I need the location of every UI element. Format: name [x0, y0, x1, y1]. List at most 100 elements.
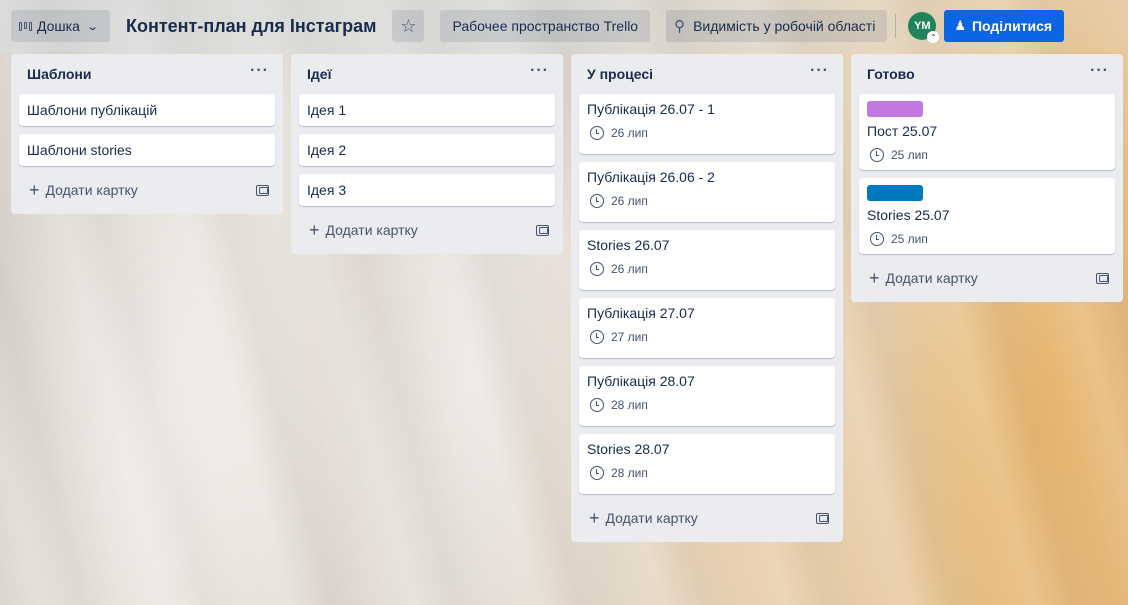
list: У процесі ··· Публікація 26.07 - 1 26 лип Пу… [571, 54, 843, 542]
card-title: Публікація 26.07 - 1 [587, 101, 715, 117]
card-title: Ідея 1 [307, 102, 347, 118]
board-view-switcher[interactable]: Дошка ⌄ [11, 10, 110, 42]
clock-icon [870, 232, 884, 246]
clock-icon [590, 262, 604, 276]
card-title: Stories 25.07 [867, 207, 950, 223]
create-from-template-icon[interactable] [816, 512, 829, 524]
card[interactable]: Шаблони публікацій [19, 94, 275, 126]
star-board-button[interactable]: ☆ [392, 10, 425, 42]
list-menu-icon[interactable]: ··· [250, 63, 269, 85]
list-title[interactable]: Готово [867, 66, 915, 82]
card-title: Шаблони публікацій [27, 102, 158, 118]
due-date-badge[interactable]: 27 лип [587, 330, 827, 344]
header-divider [895, 14, 897, 38]
list: Ідеї ··· Ідея 1 Ідея 2 Ідея 3 + Додати картку [291, 54, 563, 254]
card[interactable]: Stories 28.07 28 лип [579, 434, 835, 494]
due-date-text: 26 лип [611, 262, 648, 276]
list: Готово ··· Пост 25.07 25 лип Stories 25.07 25… [851, 54, 1123, 302]
share-button[interactable]: ♟ Поділитися [944, 10, 1065, 42]
card[interactable]: Публікація 26.06 - 2 26 лип [579, 162, 835, 222]
clock-icon [870, 148, 884, 162]
card-title: Публікація 27.07 [587, 305, 695, 321]
add-card-label: Додати картку [605, 510, 698, 526]
add-card-label: Додати картку [325, 222, 418, 238]
add-card-button[interactable]: + Додати картку [29, 181, 138, 199]
card-title: Ідея 3 [307, 182, 347, 198]
due-date-text: 26 лип [611, 126, 648, 140]
card-title: Stories 28.07 [587, 441, 670, 457]
due-date-badge[interactable]: 28 лип [587, 398, 827, 412]
board-title[interactable]: Контент-план для Інстаграм [126, 16, 376, 37]
card-title: Публікація 26.06 - 2 [587, 169, 715, 185]
card[interactable]: Публікація 27.07 27 лип [579, 298, 835, 358]
list-title[interactable]: Шаблони [27, 66, 91, 82]
workspace-button[interactable]: Рабочее пространство Trello [440, 10, 651, 42]
list-title[interactable]: Ідеї [307, 66, 332, 82]
card[interactable]: Ідея 3 [299, 174, 555, 206]
add-card-button[interactable]: + Додати картку [589, 509, 698, 527]
due-date-text: 25 лип [891, 148, 928, 162]
admin-badge-icon: ⌃ [927, 31, 940, 43]
list-menu-icon[interactable]: ··· [530, 63, 549, 85]
avatar[interactable]: YM ⌃ [908, 12, 940, 43]
card[interactable]: Шаблони stories [19, 134, 275, 166]
clock-icon [590, 126, 604, 140]
card-title: Пост 25.07 [867, 123, 938, 139]
due-date-badge[interactable]: 28 лип [587, 466, 827, 480]
card[interactable]: Stories 25.07 25 лип [859, 178, 1115, 254]
card[interactable]: Публікація 28.07 28 лип [579, 366, 835, 426]
create-from-template-icon[interactable] [536, 224, 549, 236]
due-date-text: 28 лип [611, 466, 648, 480]
create-from-template-icon[interactable] [1096, 272, 1109, 284]
card[interactable]: Пост 25.07 25 лип [859, 94, 1115, 170]
star-icon: ☆ [400, 15, 417, 36]
list-header: Ідеї ··· [299, 54, 555, 94]
card-label[interactable] [867, 185, 923, 201]
due-date-text: 25 лип [891, 232, 928, 246]
card[interactable]: Ідея 2 [299, 134, 555, 166]
visibility-label: Видимість у робочій області [693, 18, 876, 34]
card-title: Шаблони stories [27, 142, 132, 158]
list-title[interactable]: У процесі [587, 66, 653, 82]
plus-icon: + [869, 268, 880, 288]
card-title: Публікація 28.07 [587, 373, 695, 389]
card-title: Ідея 2 [307, 142, 347, 158]
list: Шаблони ··· Шаблони публікацій Шаблони stor… [11, 54, 283, 214]
plus-icon: + [589, 508, 600, 528]
due-date-badge[interactable]: 26 лип [587, 194, 827, 208]
due-date-badge[interactable]: 26 лип [587, 126, 827, 140]
card[interactable]: Stories 26.07 26 лип [579, 230, 835, 290]
create-from-template-icon[interactable] [256, 184, 269, 196]
add-card-button[interactable]: + Додати картку [309, 221, 418, 239]
add-person-icon: ♟ [954, 18, 966, 33]
card-title: Stories 26.07 [587, 237, 670, 253]
due-date-text: 28 лип [611, 398, 648, 412]
card[interactable]: Ідея 1 [299, 94, 555, 126]
due-date-text: 26 лип [611, 194, 648, 208]
card-label[interactable] [867, 101, 923, 117]
plus-icon: + [309, 220, 320, 240]
due-date-badge[interactable]: 25 лип [867, 232, 1107, 246]
card[interactable]: Публікація 26.07 - 1 26 лип [579, 94, 835, 154]
due-date-badge[interactable]: 26 лип [587, 262, 827, 276]
add-card-label: Додати картку [45, 182, 138, 198]
add-card-button[interactable]: + Додати картку [869, 269, 978, 287]
add-card-row: + Додати картку [579, 502, 835, 534]
clock-icon [590, 398, 604, 412]
avatar-initials: YM [914, 20, 931, 32]
due-date-badge[interactable]: 25 лип [867, 148, 1107, 162]
chevron-down-icon: ⌄ [86, 20, 99, 33]
people-icon: ⚲ [674, 18, 686, 35]
list-menu-icon[interactable]: ··· [810, 63, 829, 85]
add-card-row: + Додати картку [859, 262, 1115, 294]
clock-icon [590, 466, 604, 480]
plus-icon: + [29, 180, 40, 200]
list-menu-icon[interactable]: ··· [1090, 63, 1109, 85]
add-card-row: + Додати картку [19, 174, 275, 206]
due-date-text: 27 лип [611, 330, 648, 344]
share-label: Поділитися [971, 18, 1053, 34]
list-header: Готово ··· [859, 54, 1115, 94]
visibility-button[interactable]: ⚲ Видимість у робочій області [666, 10, 888, 42]
add-card-row: + Додати картку [299, 214, 555, 246]
add-card-label: Додати картку [885, 270, 978, 286]
